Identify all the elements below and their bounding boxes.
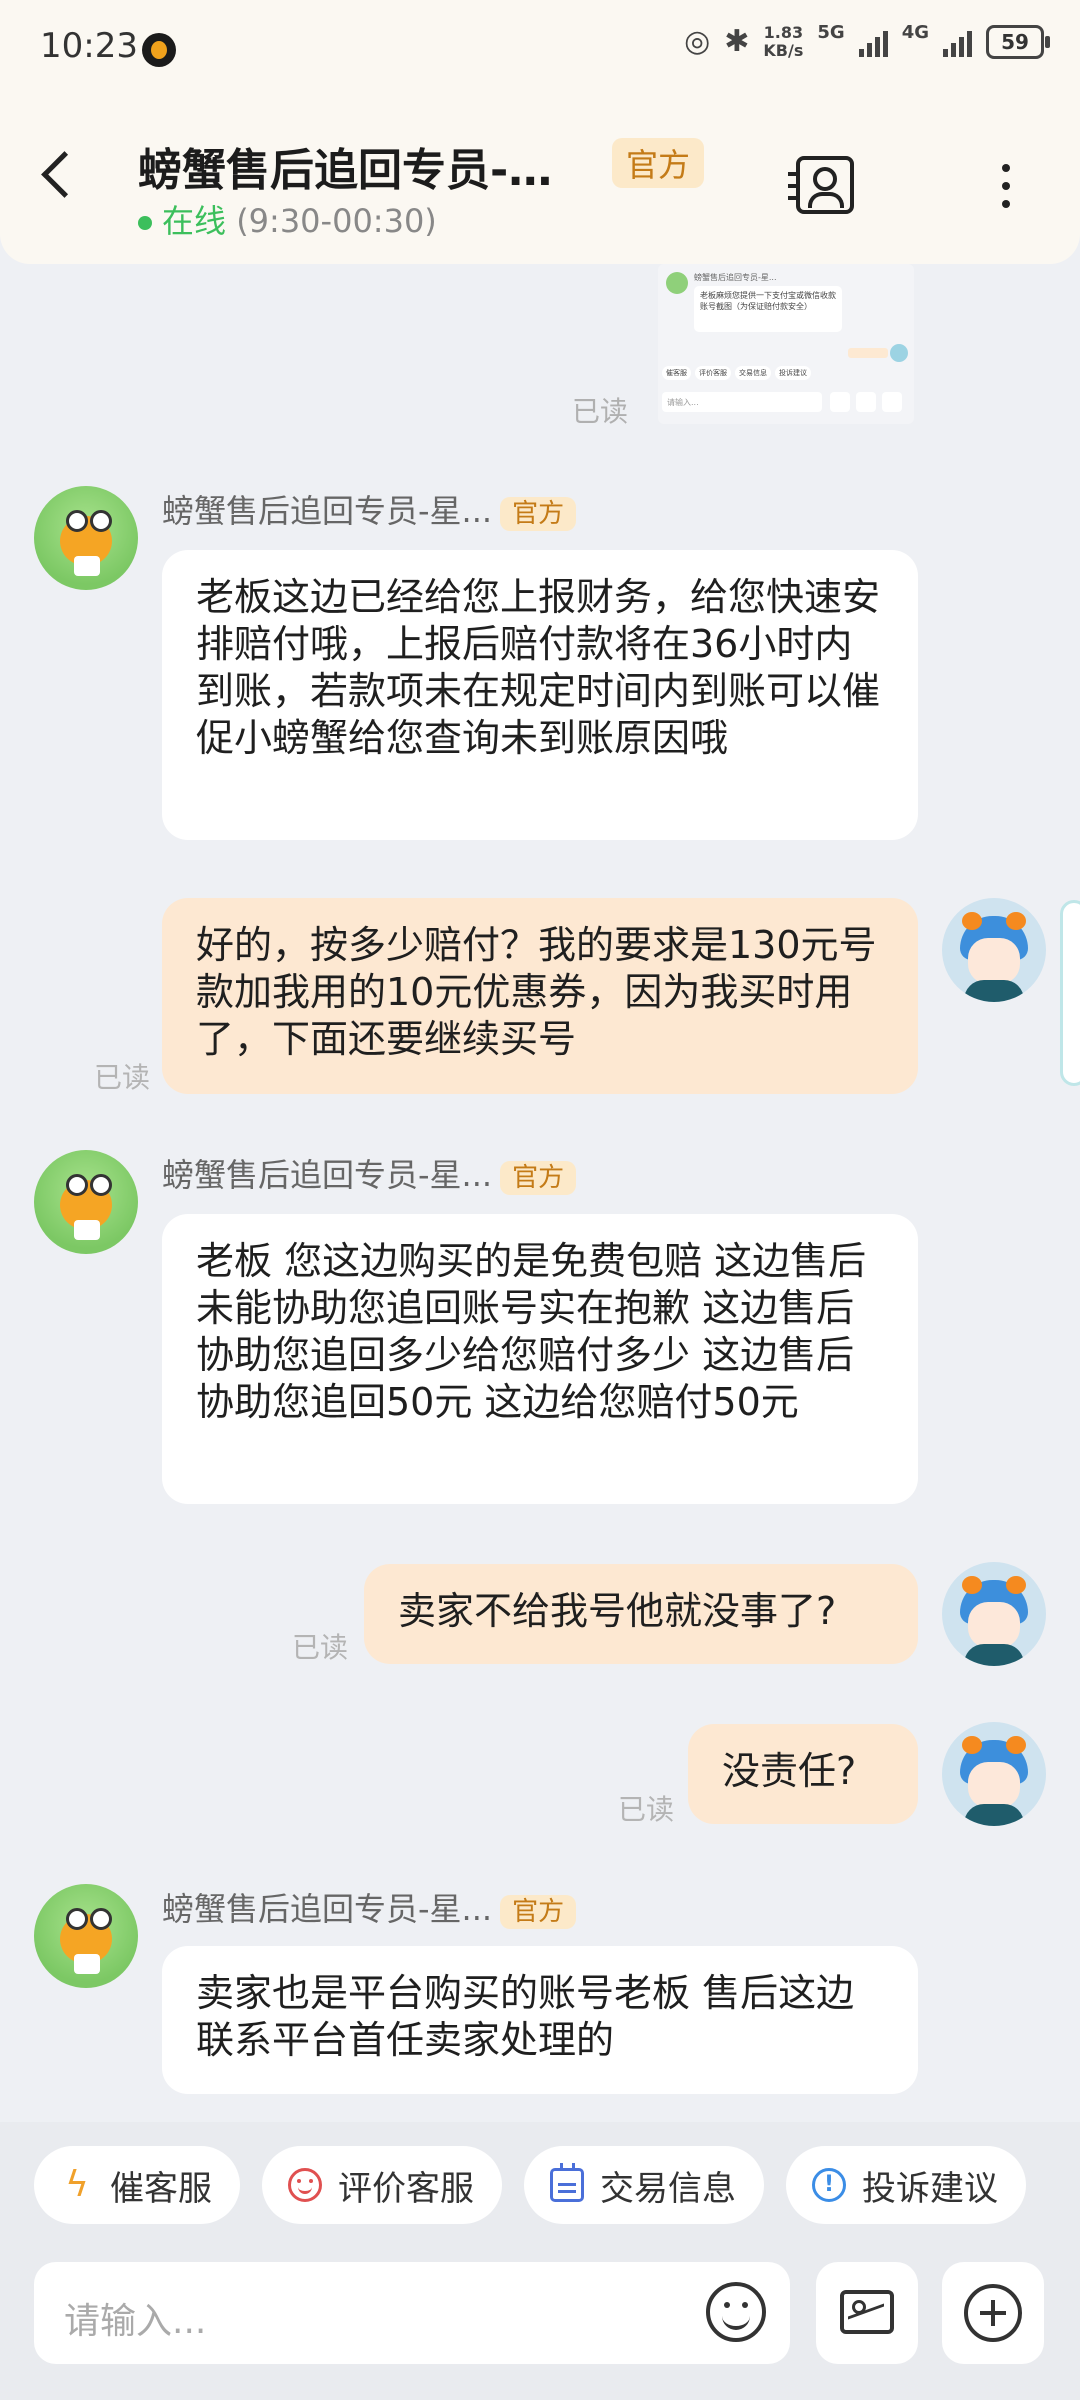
sender-name: 螃蟹售后追回专员-星... 官方 — [162, 1150, 577, 1196]
thumbnail-bubble: 老板麻烦您提供一下支付宝或微信收款账号截图（为保证赔付款安全） — [694, 286, 842, 332]
read-receipt: 已读 — [618, 1793, 675, 1826]
message-bubble-outgoing[interactable]: 没责任? — [688, 1724, 918, 1824]
emoji-icon[interactable] — [706, 2282, 766, 2342]
chip-label: 催客服 — [110, 2168, 212, 2209]
plus-icon — [964, 2284, 1022, 2342]
more-button[interactable] — [942, 2262, 1044, 2364]
chip-label: 投诉建议 — [862, 2168, 998, 2209]
agent-avatar[interactable] — [34, 486, 138, 590]
input-placeholder: 请输入... — [64, 2301, 207, 2342]
sender-name-text: 螃蟹售后追回专员-星... — [162, 492, 493, 530]
sender-name: 螃蟹售后追回专员-星... 官方 — [162, 1884, 577, 1930]
bluetooth-icon: ✱ — [724, 24, 750, 59]
signal-icon-1 — [858, 27, 888, 57]
smiley-icon — [288, 2168, 322, 2202]
alert-icon: ! — [812, 2168, 846, 2202]
user-avatar[interactable] — [942, 898, 1046, 1002]
network-speed-value: 1.83 — [763, 23, 804, 42]
official-badge: 官方 — [500, 497, 577, 531]
message-bubble-outgoing[interactable]: 好的，按多少赔付？我的要求是130元号款加我用的10元优惠券，因为我买时用了，下… — [162, 898, 918, 1094]
chip-label: 交易信息 — [600, 2168, 736, 2209]
thumbnail-name: 螃蟹售后追回专员-星... — [694, 273, 777, 282]
user-avatar[interactable] — [942, 1562, 1046, 1666]
network-type-5g: 5G — [817, 21, 845, 43]
network-speed-unit: KB/s — [763, 41, 804, 60]
app-notification-icon — [142, 33, 176, 67]
message-input[interactable]: 请输入... — [34, 2262, 790, 2364]
lightning-icon: ϟ — [65, 2164, 89, 2205]
sender-name: 螃蟹售后追回专员-星... 官方 — [162, 486, 577, 532]
thumbnail-outgoing-bubble — [848, 348, 888, 358]
more-options-icon[interactable] — [1002, 164, 1010, 208]
sender-name-text: 螃蟹售后追回专员-星... — [162, 1890, 493, 1928]
thumbnail-user-avatar — [890, 344, 908, 362]
agent-avatar[interactable] — [34, 1150, 138, 1254]
thumbnail-input: 请输入... — [662, 392, 822, 412]
service-hours: (9:30-00:30) — [236, 202, 437, 240]
agent-avatar[interactable] — [34, 1884, 138, 1988]
trade-info-button[interactable]: 交易信息 — [524, 2146, 764, 2224]
calendar-icon — [550, 2163, 584, 2202]
battery-icon: 59 — [986, 25, 1050, 59]
status-icons: ◎ ✱ 1.83 KB/s 5G 4G 59 — [684, 21, 1050, 62]
read-receipt: 已读 — [572, 395, 629, 428]
message-bubble-outgoing[interactable]: 卖家不给我号他就没事了? — [364, 1564, 918, 1664]
back-icon[interactable] — [41, 151, 88, 198]
thumbnail-chip: 交易信息 — [735, 366, 771, 380]
bottom-panel: ϟ 催客服 评价客服 交易信息 ! 投诉建议 请输入... — [0, 2122, 1080, 2400]
thumbnail-avatar — [666, 272, 688, 294]
urge-service-button[interactable]: ϟ 催客服 — [34, 2146, 240, 2224]
thumbnail-chip: 催客服 — [662, 366, 691, 380]
chip-label: 评价客服 — [338, 2168, 474, 2209]
image-icon — [840, 2290, 894, 2334]
status-time: 10:23 — [40, 26, 138, 66]
complaint-button[interactable]: ! 投诉建议 — [786, 2146, 1026, 2224]
official-badge: 官方 — [500, 1161, 577, 1195]
message-bubble-incoming[interactable]: 卖家也是平台购买的账号老板 售后这边联系平台首任卖家处理的 — [162, 1946, 918, 2094]
signal-icon-2 — [943, 27, 972, 57]
thumbnail-icons — [830, 392, 902, 412]
sender-name-text: 螃蟹售后追回专员-星... — [162, 1156, 493, 1194]
network-speed: 1.83 KB/s — [763, 24, 803, 60]
thumbnail-chips: 催客服 评价客服 交易信息 投诉建议 — [662, 366, 811, 380]
chat-header: 螃蟹售后追回专员-星... 官方 在线 (9:30-00:30) — [0, 96, 1080, 264]
hotspot-icon: ◎ — [684, 24, 711, 59]
read-receipt: 已读 — [94, 1061, 151, 1094]
image-button[interactable] — [816, 2262, 918, 2364]
floating-side-tab[interactable] — [1060, 900, 1080, 1086]
thumbnail-chip: 投诉建议 — [775, 366, 811, 380]
thumbnail-chip: 评价客服 — [695, 366, 731, 380]
rate-service-button[interactable]: 评价客服 — [262, 2146, 502, 2224]
status-bar: 10:23 ◎ ✱ 1.83 KB/s 5G 4G 59 — [0, 0, 1080, 96]
online-dot-icon — [138, 216, 152, 230]
contact-card-icon[interactable] — [788, 156, 854, 214]
shared-screenshot-thumbnail[interactable]: 螃蟹售后追回专员-星... 老板麻烦您提供一下支付宝或微信收款账号截图（为保证赔… — [658, 264, 914, 424]
online-label: 在线 — [162, 202, 227, 240]
official-badge: 官方 — [500, 1895, 577, 1929]
quick-actions: ϟ 催客服 评价客服 交易信息 ! 投诉建议 — [34, 2146, 1026, 2224]
official-badge: 官方 — [612, 138, 705, 188]
chat-title: 螃蟹售后追回专员-星... — [138, 145, 588, 196]
message-bubble-incoming[interactable]: 老板这边已经给您上报财务，给您快速安排赔付哦，上报后赔付款将在36小时内到账，若… — [162, 550, 918, 840]
read-receipt: 已读 — [292, 1631, 349, 1664]
user-avatar[interactable] — [942, 1722, 1046, 1826]
online-status: 在线 (9:30-00:30) — [138, 196, 437, 242]
message-bubble-incoming[interactable]: 老板 您这边购买的是免费包赔 这边售后未能协助您追回账号实在抱歉 这边售后协助您… — [162, 1214, 918, 1504]
network-type-4g: 4G — [901, 21, 929, 43]
